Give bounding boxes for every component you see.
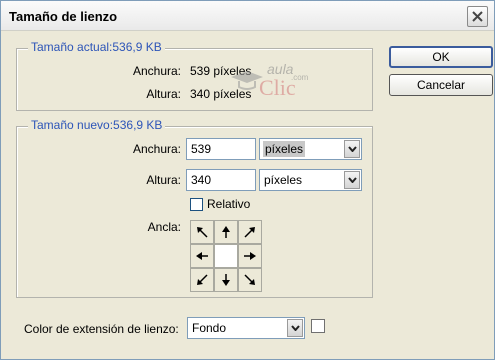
- height-unit-dropdown-button[interactable]: [344, 171, 360, 189]
- chevron-down-icon: [348, 177, 357, 183]
- anchor-top-right[interactable]: [238, 220, 262, 244]
- height-unit-value: píxeles: [264, 173, 303, 187]
- anchor-grid: [190, 220, 262, 292]
- relative-checkbox[interactable]: [190, 198, 203, 211]
- arrow-up-left-icon: [197, 227, 208, 238]
- extension-color-swatch[interactable]: [311, 319, 325, 333]
- anchor-top-left[interactable]: [190, 220, 214, 244]
- width-unit-select[interactable]: píxeles: [259, 138, 362, 160]
- extension-color-value: Fondo: [192, 321, 227, 335]
- arrow-down-icon: [222, 274, 230, 286]
- dialog-title: Tamaño de lienzo: [9, 9, 118, 24]
- anchor-left[interactable]: [190, 244, 214, 268]
- anchor-bottom-right[interactable]: [238, 268, 262, 292]
- close-button[interactable]: [467, 6, 488, 27]
- aulaclic-watermark: aula Clic .com: [227, 61, 309, 103]
- current-size-legend: Tamaño actual:536,9 KB: [28, 40, 165, 54]
- title-bar: Tamaño de lienzo: [1, 1, 494, 31]
- chevron-down-icon: [348, 146, 357, 152]
- anchor-right[interactable]: [238, 244, 262, 268]
- extension-color-dropdown-button[interactable]: [287, 319, 303, 337]
- anchor-center[interactable]: [214, 244, 238, 268]
- width-input[interactable]: 539: [186, 138, 256, 160]
- new-width-label: Anchura:: [132, 142, 181, 156]
- anchor-bottom[interactable]: [214, 268, 238, 292]
- width-input-value: 539: [191, 142, 212, 156]
- cancel-button[interactable]: Cancelar: [389, 74, 493, 96]
- chevron-down-icon: [291, 325, 300, 331]
- new-size-legend: Tamaño nuevo:536,9 KB: [28, 118, 166, 132]
- height-unit-select[interactable]: píxeles: [259, 169, 362, 191]
- width-unit-value: píxeles: [263, 141, 306, 157]
- ok-button[interactable]: OK: [389, 46, 493, 68]
- width-unit-dropdown-button[interactable]: [344, 140, 360, 158]
- arrow-left-icon: [196, 252, 208, 260]
- watermark-com: .com: [291, 73, 309, 82]
- arrow-down-left-icon: [197, 274, 208, 285]
- current-size-group: [16, 48, 373, 111]
- arrow-up-icon: [222, 226, 230, 238]
- current-height-label: Altura:: [146, 87, 181, 101]
- height-input[interactable]: 340: [186, 169, 256, 191]
- anchor-label: Ancla:: [147, 220, 181, 234]
- current-width-label: Anchura:: [132, 64, 181, 78]
- extension-color-label: Color de extensión de lienzo:: [24, 322, 179, 336]
- close-icon: [472, 11, 483, 22]
- anchor-bottom-left[interactable]: [190, 268, 214, 292]
- arrow-up-right-icon: [244, 227, 255, 238]
- anchor-top[interactable]: [214, 220, 238, 244]
- height-input-value: 340: [191, 173, 212, 187]
- new-height-label: Altura:: [146, 173, 181, 187]
- extension-color-select[interactable]: Fondo: [187, 317, 305, 339]
- arrow-right-icon: [244, 252, 256, 260]
- relative-label[interactable]: Relativo: [207, 197, 250, 211]
- arrow-down-right-icon: [244, 274, 255, 285]
- canvas-size-dialog: Tamaño de lienzo Tamaño actual:536,9 KB …: [0, 0, 495, 360]
